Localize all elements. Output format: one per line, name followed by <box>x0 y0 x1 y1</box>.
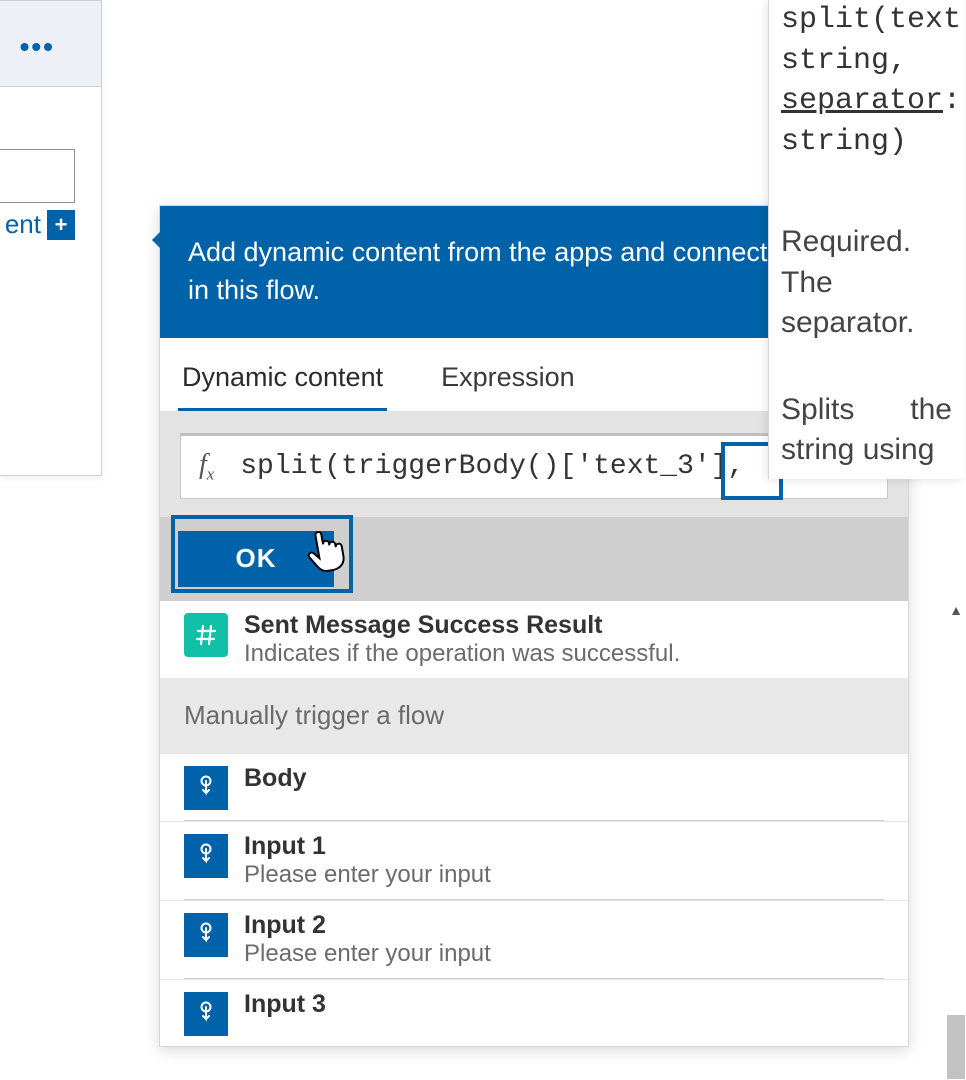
touch-icon <box>184 834 228 878</box>
ok-button[interactable]: OK <box>178 531 334 587</box>
scroll-up-icon[interactable]: ▲ <box>949 602 963 618</box>
fx-icon: fx <box>199 449 214 485</box>
hash-icon <box>184 613 228 657</box>
sig-line: split(text: <box>781 3 966 37</box>
result-subtitle: Indicates if the operation was successfu… <box>244 640 680 668</box>
item-subtitle: Please enter your input <box>244 861 491 889</box>
add-dynamic-content-row[interactable]: ent + <box>5 209 75 240</box>
item-subtitle: Please enter your input <box>244 940 491 968</box>
tooltip-signature: split(text: string, separator: string) <box>781 0 952 162</box>
scrollbar-thumb[interactable] <box>947 1015 965 1079</box>
section-header-trigger: Manually trigger a flow <box>160 678 908 753</box>
touch-icon <box>184 992 228 1036</box>
tab-expression[interactable]: Expression <box>441 362 575 411</box>
add-dynamic-label-partial: ent <box>5 209 41 240</box>
touch-icon <box>184 766 228 810</box>
item-title: Body <box>244 764 307 793</box>
results-section: Sent Message Success Result Indicates if… <box>160 601 908 1046</box>
tooltip-description: Splits the string using <box>781 390 952 471</box>
add-dynamic-plus-icon[interactable]: + <box>47 210 75 240</box>
expression-text: split(triggerBody()['text_3'], ' ') <box>240 451 828 482</box>
sig-line: string) <box>781 125 907 159</box>
item-title: Input 3 <box>244 990 326 1019</box>
more-icon[interactable]: ••• <box>20 33 55 61</box>
list-item[interactable]: Input 2 Please enter your input <box>160 900 908 978</box>
sig-param-separator: separator <box>781 84 943 118</box>
ok-row: OK <box>160 517 908 601</box>
result-sent-message[interactable]: Sent Message Success Result Indicates if… <box>160 601 908 678</box>
item-title: Input 2 <box>244 911 491 940</box>
list-item[interactable]: Input 3 <box>160 979 908 1046</box>
left-panel: ••• ent + <box>0 0 102 476</box>
item-title: Input 1 <box>244 832 491 861</box>
sig-colon: : <box>943 84 961 118</box>
tab-dynamic-content[interactable]: Dynamic content <box>182 362 383 411</box>
partial-input-field[interactable] <box>0 149 75 203</box>
left-panel-header: ••• <box>0 1 101 87</box>
touch-icon <box>184 913 228 957</box>
tooltip-required: Required. The separator. <box>781 222 952 344</box>
list-item[interactable]: Body <box>160 753 908 820</box>
list-item[interactable]: Input 1 Please enter your input <box>160 821 908 899</box>
sig-line: string, <box>781 44 907 78</box>
function-tooltip: split(text: string, separator: string) R… <box>768 0 964 479</box>
result-title: Sent Message Success Result <box>244 611 680 640</box>
